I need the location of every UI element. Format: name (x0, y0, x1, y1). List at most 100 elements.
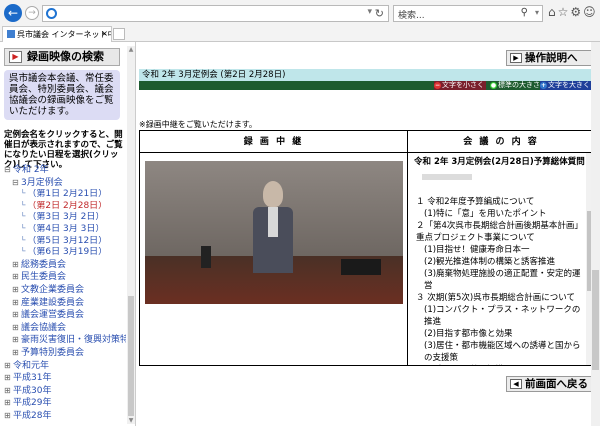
tree-item[interactable]: ⊞ 予算特別委員会 (4, 347, 126, 360)
font-normal-label: 標準の大きさ (498, 81, 540, 89)
expand-icon[interactable]: ⊞ (12, 271, 21, 283)
tree-item[interactable]: ⊟ 3月定例会 (4, 177, 126, 190)
tree-item[interactable]: └ （第2日 2月28日） (4, 201, 126, 213)
tree-item-label: （第1日 2月21日） (27, 189, 108, 200)
toolbar-icons: ⌂☆⚙☺ (548, 5, 598, 22)
font-small-button[interactable]: − 文字を小さく (434, 81, 486, 90)
browser-tab[interactable]: 呉市議会 インターネット中継 × (2, 26, 112, 42)
close-icon[interactable]: × (101, 29, 108, 38)
tree-item[interactable]: ⊞ 総務委員会 (4, 259, 126, 272)
back-arrow-icon[interactable]: ← (4, 4, 22, 22)
expand-icon[interactable]: ⊞ (4, 397, 13, 409)
tree-item[interactable]: └ （第5日 3月12日） (4, 236, 126, 248)
tree-item[interactable]: ⊞ 平成28年 (4, 410, 126, 423)
tree-item[interactable]: ⊞ 平成30年 (4, 385, 126, 398)
tree-item-label: 総務委員会 (21, 259, 67, 270)
scroll-down-icon[interactable]: ▼ (127, 417, 135, 424)
tree-item-label: （第2日 2月28日） (27, 200, 108, 211)
arrow-right-icon: ▶ (510, 53, 522, 63)
expand-icon[interactable]: ⊞ (12, 284, 21, 296)
font-normal-button[interactable]: ● 標準の大きさ (490, 81, 540, 90)
tree-item[interactable]: ⊞ 民生委員会 (4, 271, 126, 284)
tree-item-label: 平成28年 (13, 410, 52, 421)
tree-item-label: （第6日 3月19日） (27, 247, 108, 258)
forward-arrow-icon[interactable]: → (25, 6, 39, 20)
tree-item[interactable]: └ （第6日 3月19日） (4, 247, 126, 259)
content-items: １ 令和2年度予算編成について (1)特に「意」を用いたポイント ２「第4次呉市長期… (414, 196, 588, 365)
gear-icon[interactable]: ⚙ (570, 5, 583, 19)
video-player[interactable] (145, 161, 403, 304)
expand-icon[interactable]: ⊞ (12, 347, 21, 359)
tree-item-label: 平成29年 (13, 398, 52, 409)
content-cell: 令和 2年 3月定例会(2月28日)予算総体質問 １ 令和2年度予算編成について… (408, 153, 594, 365)
agenda-item: １ 令和2年度予算編成について (416, 197, 535, 207)
tree-branch-icon: └ (20, 212, 26, 223)
minus-icon: − (434, 82, 441, 89)
agenda-item: (1)コンパクト・プラス・ネットワークの推進 (424, 305, 581, 327)
expand-icon[interactable]: ⊞ (4, 360, 13, 372)
refresh-icon[interactable]: ↻ (375, 7, 384, 20)
expand-icon[interactable]: ⊞ (12, 297, 21, 309)
circle-icon: ● (490, 82, 497, 89)
back-button-label: 前画面へ戻る (525, 378, 588, 390)
tree-item[interactable]: ⊞豪雨災害復旧・復興対策特別 (4, 334, 126, 347)
expand-icon[interactable]: ⊞ (4, 372, 13, 384)
font-large-button[interactable]: + 文字を大きく (540, 81, 592, 90)
tree-item[interactable]: └ （第4日 3月 3日） (4, 224, 126, 236)
tree-item[interactable]: ⊞ 産業建設委員会 (4, 297, 126, 310)
expand-icon[interactable]: ⊞ (12, 334, 21, 346)
content-title: 令和 2年 3月定例会(2月28日)予算総体質問 (414, 157, 585, 167)
expand-icon[interactable]: ⊞ (12, 322, 21, 334)
chevron-down-icon[interactable]: ▾ (535, 8, 539, 17)
search-input[interactable]: 検索... ⚲ ▾ (393, 5, 543, 22)
tree-item[interactable]: ⊞ 文教企業委員会 (4, 284, 126, 297)
tree-item[interactable]: ⊞ 平成31年 (4, 372, 126, 385)
help-button[interactable]: ▶ 操作説明へ (506, 50, 594, 66)
expand-icon[interactable]: ⊞ (4, 385, 13, 397)
expand-icon[interactable]: ⊞ (4, 410, 13, 422)
address-bar[interactable]: ▾ ↻ (42, 5, 389, 22)
scroll-up-icon[interactable]: ▲ (127, 46, 135, 53)
video-column-header: 録 画 中 継 (140, 131, 408, 153)
tree-item-label: 議会運営委員会 (21, 310, 85, 321)
tree-item-label: 議会協議会 (21, 322, 67, 333)
agenda-item: (2)目指す都市像と効果 (424, 329, 513, 339)
blurred-name (422, 174, 472, 180)
scrollbar-thumb[interactable] (592, 270, 599, 370)
speaker-shirt (268, 207, 278, 237)
agenda-item: (3)廃棄物処理施設の適正配置・安定的運営 (424, 269, 581, 291)
sidebar-heading-label: 録画映像の検索 (27, 50, 104, 63)
agenda-item: (3)居住・都市機能区域への誘導と国からの支援策 (424, 341, 581, 363)
star-icon[interactable]: ☆ (558, 5, 571, 19)
expand-icon[interactable]: ⊞ (12, 309, 21, 321)
content-column-header: 会 議 の 内 容 (408, 131, 594, 153)
new-tab-button[interactable] (113, 28, 125, 40)
collapse-icon[interactable]: ⊟ (4, 164, 13, 176)
collapse-icon[interactable]: ⊟ (12, 177, 21, 189)
tree-item[interactable]: ⊞ 議会協議会 (4, 322, 126, 335)
tree-item[interactable]: ⊟ 令和 2年 (4, 164, 126, 177)
tree-item[interactable]: ⊞ 令和元年 (4, 360, 126, 373)
notice-text: ※録画中継をご覧いただけます。 (139, 120, 257, 129)
tree-branch-icon: └ (20, 235, 26, 246)
agenda-item: ３ 次期(第5次)呉市長期総合計画について (416, 293, 575, 303)
smiley-icon[interactable]: ☺ (583, 5, 598, 19)
chevron-down-icon[interactable]: ▾ (367, 7, 372, 17)
agenda-item: (1)目指せ！健康寿命日本一 (424, 245, 530, 255)
back-button[interactable]: ◀ 前画面へ戻る (506, 376, 594, 392)
tree-item[interactable]: ⊞ 議会運営委員会 (4, 309, 126, 322)
tree-branch-icon: └ (20, 247, 26, 258)
tree-item-label: 令和 2年 (13, 165, 49, 175)
tree-item[interactable]: ⊞ 平成29年 (4, 397, 126, 410)
agenda-item: ２「第4次呉市長期総合計画後期基本計画」重点プロジェクト事業について (416, 221, 583, 243)
page-scrollbar[interactable] (591, 42, 600, 426)
tree-item[interactable]: └ （第3日 3月 2日） (4, 212, 126, 224)
tree-branch-icon: └ (20, 200, 26, 211)
arrow-left-icon: ◀ (510, 379, 522, 389)
home-icon[interactable]: ⌂ (548, 5, 558, 19)
scrollbar-thumb[interactable] (128, 296, 134, 416)
search-icon[interactable]: ⚲ (521, 7, 528, 18)
sidebar-scrollbar[interactable]: ▲ ▼ (127, 46, 135, 424)
tree-item[interactable]: └ （第1日 2月21日） (4, 189, 126, 201)
expand-icon[interactable]: ⊞ (12, 259, 21, 271)
